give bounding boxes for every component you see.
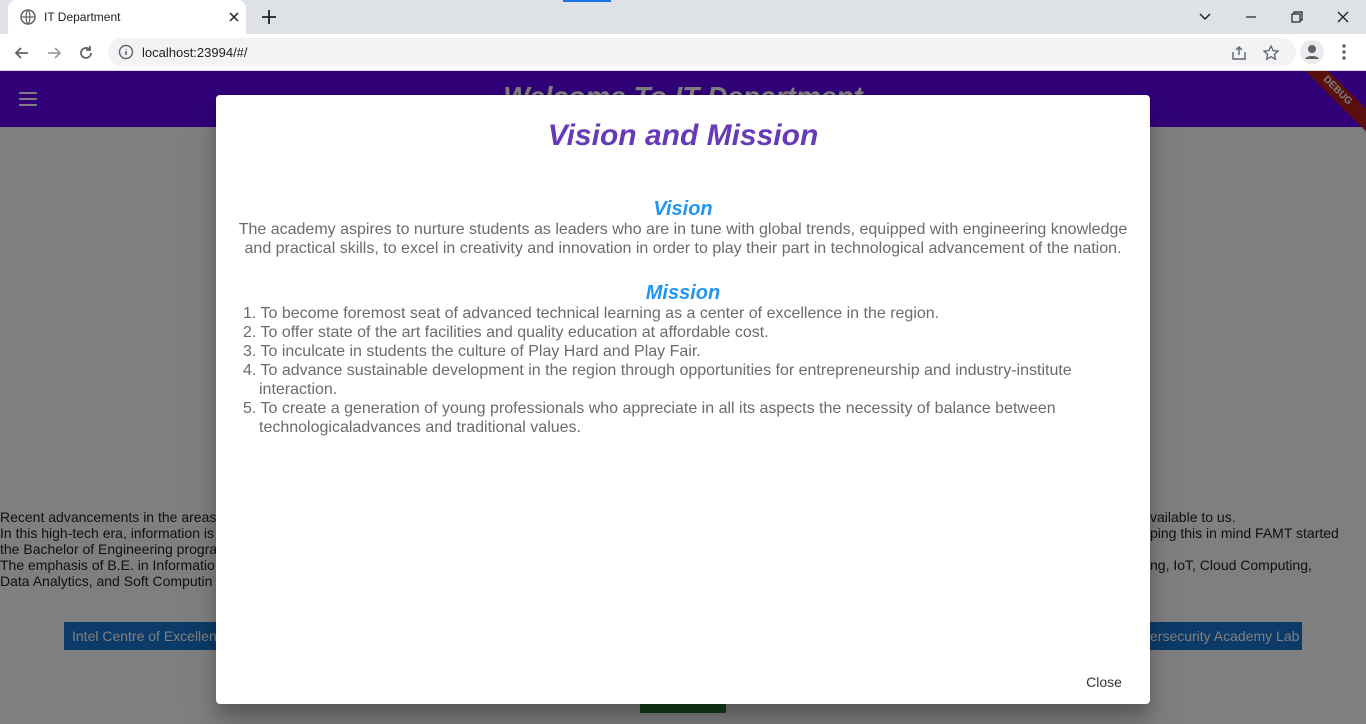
profile-avatar[interactable] [1300, 40, 1324, 64]
close-button[interactable]: Close [1074, 668, 1134, 696]
dialog-title: Vision and Mission [547, 119, 819, 152]
share-icon[interactable] [1230, 44, 1248, 62]
mission-item: 2. To offer state of the art facilities … [243, 324, 769, 341]
tab-strip-accent [563, 0, 611, 2]
back-icon[interactable] [12, 43, 32, 63]
more-menu-icon[interactable] [1334, 42, 1354, 62]
new-tab-icon[interactable] [260, 8, 278, 26]
browser-tab[interactable]: IT Department [8, 0, 246, 34]
mission-item: 3. To inculcate in students the culture … [243, 343, 701, 360]
minimize-icon[interactable] [1240, 6, 1262, 28]
browser-toolbar: localhost:23994/#/ [0, 34, 1366, 71]
mission-item: 1. To become foremost seat of advanced t… [243, 305, 940, 322]
mission-item: 5. To create a generation of young profe… [243, 400, 1056, 436]
url-text: localhost:23994/#/ [142, 45, 248, 60]
browser-tab-strip: IT Department [0, 0, 1366, 34]
mission-item: 4. To advance sustainable development in… [243, 362, 1072, 398]
site-info-icon[interactable] [118, 44, 134, 60]
person-icon [1305, 45, 1319, 59]
mission-list: 1. To become foremost seat of advanced t… [240, 304, 1120, 437]
restore-icon[interactable] [1286, 6, 1308, 28]
vision-mission-dialog: Vision and Mission Vision The academy as… [216, 95, 1150, 704]
vision-heading: Vision [653, 198, 713, 220]
globe-icon [20, 9, 36, 25]
close-window-icon[interactable] [1332, 6, 1354, 28]
address-bar[interactable]: localhost:23994/#/ [108, 38, 1296, 66]
bookmark-star-icon[interactable] [1262, 44, 1280, 62]
close-tab-icon[interactable] [226, 9, 242, 25]
vision-text: The academy aspires to nurture students … [238, 221, 1128, 257]
tab-search-chevron-icon[interactable] [1194, 6, 1216, 28]
mission-heading: Mission [645, 282, 721, 304]
tab-title: IT Department [44, 10, 121, 24]
reload-icon[interactable] [76, 43, 96, 63]
forward-icon[interactable] [44, 43, 64, 63]
